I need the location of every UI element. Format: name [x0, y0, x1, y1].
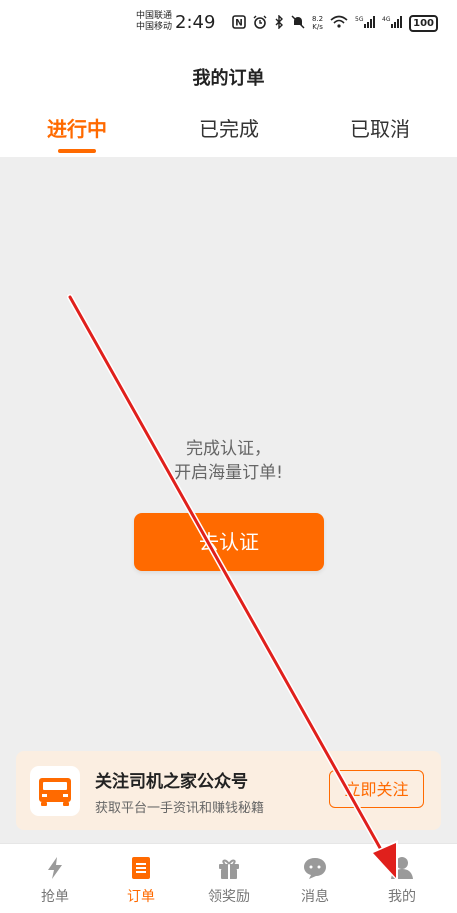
nav-item-messages[interactable]: 消息	[272, 844, 358, 913]
speed-unit: K/s	[312, 23, 323, 31]
carrier-1: 中国联通	[136, 11, 173, 21]
nav-label-profile: 我的	[388, 889, 416, 905]
status-time: 2:49	[175, 12, 216, 33]
wifi-icon	[330, 15, 348, 32]
follow-card-subtitle: 获取平台一手资讯和赚钱秘籍	[95, 801, 265, 816]
bottom-nav: 抢单 订单 领奖励 消息 我的	[0, 843, 457, 913]
follow-now-button[interactable]: 立即关注	[329, 770, 424, 808]
nav-label-orders: 订单	[127, 889, 155, 905]
order-list-icon	[129, 856, 153, 880]
truck-icon	[30, 766, 80, 816]
carrier-labels: 中国联通 中国移动	[136, 11, 172, 33]
alarm-icon	[253, 15, 267, 32]
nav-item-profile[interactable]: 我的	[359, 844, 445, 913]
active-tab-indicator	[58, 149, 96, 153]
nfc-icon: N	[232, 14, 246, 32]
order-list-area: 完成认证， 开启海量订单! 去认证 关注司机之家公众号 获取平台一手资讯和赚钱秘…	[0, 157, 457, 843]
signal-5g-icon: 5G	[355, 15, 376, 32]
nav-label-messages: 消息	[301, 889, 329, 905]
nav-label-rewards: 领奖励	[208, 889, 250, 905]
empty-state-line-2: 开启海量订单!	[174, 463, 283, 483]
nav-item-grab-order[interactable]: 抢单	[12, 844, 98, 913]
empty-state-message: 完成认证， 开启海量订单!	[0, 437, 457, 485]
battery-indicator: 100	[409, 14, 439, 32]
bluetooth-icon	[274, 13, 284, 32]
tab-completed[interactable]: 已完成	[174, 113, 284, 142]
svg-text:5G: 5G	[355, 16, 364, 23]
nav-item-rewards[interactable]: 领奖励	[186, 844, 272, 913]
status-icons: N 8.2 K/s 5G 4G 100	[232, 13, 439, 32]
nav-item-orders[interactable]: 订单	[98, 844, 184, 913]
page-title: 我的订单	[192, 68, 265, 89]
mute-bell-icon	[291, 14, 305, 32]
tab-in-progress[interactable]: 进行中	[22, 113, 132, 142]
svg-text:N: N	[235, 18, 243, 28]
signal-4g-icon: 4G	[382, 15, 403, 32]
empty-state-line-1: 完成认证，	[186, 439, 271, 459]
nav-label-grab-order: 抢单	[41, 889, 69, 905]
gift-icon	[217, 856, 241, 880]
chat-bubble-icon	[303, 856, 327, 880]
tab-cancelled[interactable]: 已取消	[325, 113, 435, 142]
person-icon	[390, 856, 414, 880]
follow-account-card[interactable]: 关注司机之家公众号 获取平台一手资讯和赚钱秘籍 立即关注	[16, 751, 441, 830]
status-bar: 中国联通 中国移动 2:49 N 8.2 K/s 5G 4G 100	[0, 0, 457, 44]
svg-text:4G: 4G	[382, 16, 391, 23]
follow-card-title: 关注司机之家公众号	[95, 772, 248, 792]
network-speed: 8.2 K/s	[312, 15, 323, 31]
carrier-2: 中国移动	[136, 22, 173, 32]
go-certify-button[interactable]: 去认证	[134, 513, 324, 571]
lightning-icon	[43, 856, 67, 880]
speed-value: 8.2	[312, 15, 324, 23]
